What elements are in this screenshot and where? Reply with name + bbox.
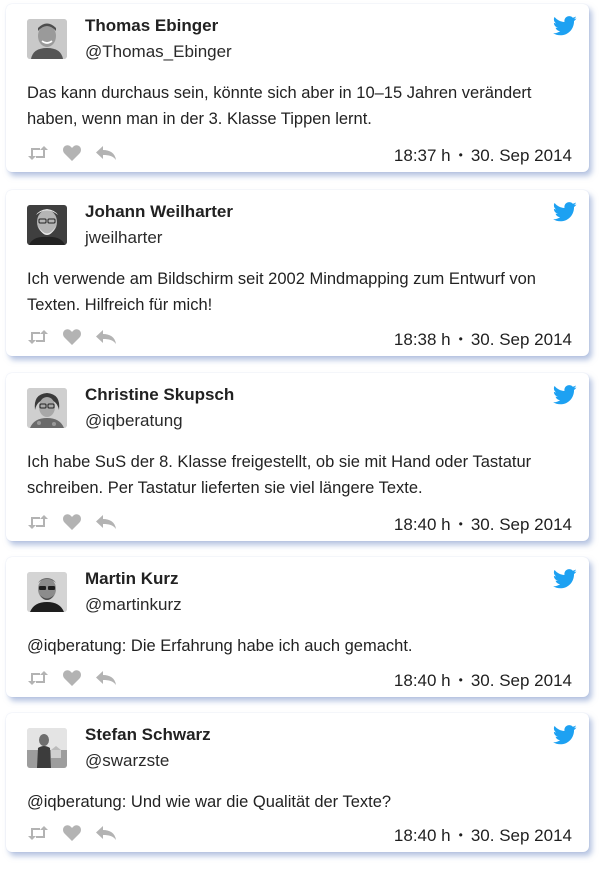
twitter-bird-icon[interactable] <box>553 385 577 405</box>
tweet-actions <box>27 144 117 162</box>
avatar[interactable] <box>27 19 67 59</box>
tweet-time: 18:40 h <box>393 671 451 690</box>
tweet-timestamp[interactable]: 18:38 h • 30. Sep 2014 <box>394 330 572 350</box>
tweet-actions <box>27 824 117 842</box>
avatar[interactable] <box>27 205 67 245</box>
separator-dot: • <box>458 673 463 687</box>
retweet-icon[interactable] <box>27 329 49 345</box>
reply-icon[interactable] <box>95 329 117 345</box>
tweet-text: Ich habe SuS der 8. Klasse freigestellt,… <box>27 453 532 497</box>
tweet-timestamp[interactable]: 18:40 h • 30. Sep 2014 <box>394 671 572 691</box>
user-handle[interactable]: @Thomas_Ebinger <box>85 42 232 62</box>
user-handle[interactable]: @swarzste <box>85 751 169 771</box>
man-photo-icon <box>27 19 67 59</box>
user-handle[interactable]: @iqberatung <box>85 411 183 431</box>
tweet-date: 30. Sep 2014 <box>470 826 572 845</box>
tweet-timestamp[interactable]: 18:40 h • 30. Sep 2014 <box>394 515 572 535</box>
tweet-text: @iqberatung: Die Erfahrung habe ich auch… <box>27 637 413 655</box>
tweet-date: 30. Sep 2014 <box>470 146 572 165</box>
woman-photo-icon <box>27 388 67 428</box>
retweet-icon[interactable] <box>27 145 49 161</box>
display-name[interactable]: Martin Kurz <box>85 569 179 589</box>
twitter-bird-icon[interactable] <box>553 202 577 222</box>
twitter-bird-icon[interactable] <box>553 725 577 745</box>
bearded-man-photo-icon <box>27 205 67 245</box>
display-name[interactable]: Johann Weilharter <box>85 202 233 222</box>
tweet-text: @iqberatung: Und wie war die Qualität de… <box>27 793 392 811</box>
tweet-time: 18:40 h <box>393 826 451 845</box>
tweet-timestamp[interactable]: 18:40 h • 30. Sep 2014 <box>394 826 572 846</box>
man-outdoor-photo-icon <box>27 728 67 768</box>
reply-icon[interactable] <box>95 514 117 530</box>
reply-icon[interactable] <box>95 145 117 161</box>
tweet-time: 18:37 h <box>393 146 451 165</box>
like-heart-icon[interactable] <box>63 670 81 686</box>
retweet-icon[interactable] <box>27 825 49 841</box>
twitter-bird-icon[interactable] <box>553 16 577 36</box>
user-handle[interactable]: jweilharter <box>85 228 162 248</box>
tweet-actions <box>27 669 117 687</box>
like-heart-icon[interactable] <box>63 825 81 841</box>
reply-icon[interactable] <box>95 670 117 686</box>
tweet-card: Christine Skupsch @iqberatung Ich habe S… <box>6 373 589 541</box>
tweet-card: Johann Weilharter jweilharter Ich verwen… <box>6 190 589 356</box>
twitter-bird-icon[interactable] <box>553 569 577 589</box>
reply-icon[interactable] <box>95 825 117 841</box>
display-name[interactable]: Thomas Ebinger <box>85 16 218 36</box>
separator-dot: • <box>458 332 463 346</box>
tweet-actions <box>27 328 117 346</box>
like-heart-icon[interactable] <box>63 145 81 161</box>
tweet-time: 18:40 h <box>393 515 451 534</box>
user-handle[interactable]: @martinkurz <box>85 595 182 615</box>
man-glasses-photo-icon <box>27 572 67 612</box>
tweet-card: Martin Kurz @martinkurz @iqberatung: Die… <box>6 557 589 697</box>
tweet-text: Das kann durchaus sein, könnte sich aber… <box>27 84 532 128</box>
separator-dot: • <box>458 148 463 162</box>
tweet-time: 18:38 h <box>393 330 451 349</box>
tweet-date: 30. Sep 2014 <box>470 515 572 534</box>
like-heart-icon[interactable] <box>63 514 81 530</box>
avatar[interactable] <box>27 572 67 612</box>
tweet-actions <box>27 513 117 531</box>
retweet-icon[interactable] <box>27 670 49 686</box>
avatar[interactable] <box>27 388 67 428</box>
tweet-date: 30. Sep 2014 <box>470 330 572 349</box>
tweet-card: Stefan Schwarz @swarzste @iqberatung: Un… <box>6 713 589 852</box>
like-heart-icon[interactable] <box>63 329 81 345</box>
avatar[interactable] <box>27 728 67 768</box>
separator-dot: • <box>458 828 463 842</box>
tweet-card: Thomas Ebinger @Thomas_Ebinger Das kann … <box>6 4 589 172</box>
display-name[interactable]: Christine Skupsch <box>85 385 234 405</box>
tweet-feed: Thomas Ebinger @Thomas_Ebinger Das kann … <box>0 0 608 875</box>
separator-dot: • <box>458 517 463 531</box>
tweet-timestamp[interactable]: 18:37 h • 30. Sep 2014 <box>394 146 572 166</box>
tweet-text: Ich verwende am Bildschirm seit 2002 Min… <box>27 270 536 314</box>
tweet-date: 30. Sep 2014 <box>470 671 572 690</box>
display-name[interactable]: Stefan Schwarz <box>85 725 211 745</box>
retweet-icon[interactable] <box>27 514 49 530</box>
